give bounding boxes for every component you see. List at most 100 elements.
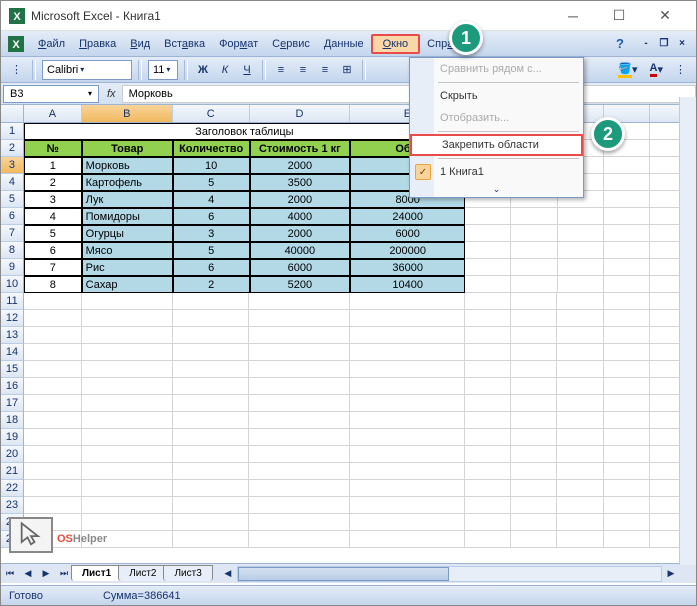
- row-header[interactable]: 23: [1, 497, 24, 514]
- cell[interactable]: [604, 463, 650, 480]
- doc-restore-button[interactable]: ❐: [656, 37, 672, 51]
- menu-edit[interactable]: Правка: [72, 34, 123, 54]
- cell[interactable]: [604, 446, 650, 463]
- cell[interactable]: [511, 208, 557, 225]
- row-header[interactable]: 5: [1, 191, 24, 208]
- cell[interactable]: Лук: [82, 191, 173, 208]
- cell[interactable]: 2000: [250, 191, 351, 208]
- row-header[interactable]: 18: [1, 412, 24, 429]
- tab-nav-first[interactable]: ⏮: [1, 565, 19, 583]
- menu-workbook-1[interactable]: ✓ 1 Книга1: [410, 161, 583, 183]
- cell[interactable]: [350, 480, 465, 497]
- cell[interactable]: [557, 463, 603, 480]
- cell[interactable]: [465, 293, 511, 310]
- cell[interactable]: [82, 446, 173, 463]
- cell[interactable]: [511, 276, 557, 293]
- name-box[interactable]: B3▾: [3, 85, 99, 103]
- row-header[interactable]: 21: [1, 463, 24, 480]
- cell[interactable]: [558, 242, 604, 259]
- cell[interactable]: [350, 378, 465, 395]
- sheet-tab-1[interactable]: Лист1: [71, 565, 122, 581]
- cell[interactable]: [511, 378, 557, 395]
- row-header[interactable]: 8: [1, 242, 24, 259]
- cell[interactable]: 2000: [250, 157, 351, 174]
- row-header[interactable]: 1: [1, 123, 24, 140]
- cell[interactable]: [465, 531, 511, 548]
- cell[interactable]: [465, 276, 511, 293]
- cell[interactable]: Морковь: [82, 157, 173, 174]
- cell[interactable]: [24, 446, 82, 463]
- cell[interactable]: [604, 208, 650, 225]
- row-header[interactable]: 14: [1, 344, 24, 361]
- cell[interactable]: [558, 208, 604, 225]
- cell[interactable]: [173, 310, 250, 327]
- minimize-button[interactable]: ─: [550, 2, 596, 30]
- cell[interactable]: [24, 395, 82, 412]
- cell[interactable]: [82, 463, 173, 480]
- cell[interactable]: [557, 446, 603, 463]
- row-header[interactable]: 16: [1, 378, 24, 395]
- cell[interactable]: [558, 276, 604, 293]
- cell[interactable]: [350, 497, 465, 514]
- cell[interactable]: 4: [173, 191, 250, 208]
- cell[interactable]: 2: [173, 276, 250, 293]
- cell[interactable]: Картофель: [82, 174, 173, 191]
- row-header[interactable]: 4: [1, 174, 24, 191]
- font-size-selector[interactable]: 11▾: [148, 60, 178, 80]
- cell[interactable]: 40000: [250, 242, 351, 259]
- menu-insert[interactable]: Вставка: [157, 34, 212, 54]
- cell[interactable]: [173, 344, 250, 361]
- column-header-c[interactable]: C: [173, 105, 250, 122]
- cell[interactable]: Стоимость 1 кг: [250, 140, 351, 157]
- select-all-corner[interactable]: [1, 105, 24, 122]
- cell[interactable]: [557, 429, 603, 446]
- cell[interactable]: [173, 412, 250, 429]
- doc-minimize-button[interactable]: -: [638, 37, 654, 51]
- cell[interactable]: [465, 480, 511, 497]
- cell[interactable]: [173, 446, 250, 463]
- cell[interactable]: [604, 242, 650, 259]
- cell[interactable]: [604, 174, 650, 191]
- cell[interactable]: [604, 225, 650, 242]
- cell[interactable]: [465, 327, 511, 344]
- cell[interactable]: [511, 463, 557, 480]
- cell[interactable]: [604, 361, 650, 378]
- cell[interactable]: 10: [173, 157, 250, 174]
- cell[interactable]: [604, 378, 650, 395]
- cell[interactable]: [24, 412, 82, 429]
- cell[interactable]: [557, 344, 603, 361]
- cell[interactable]: [249, 531, 350, 548]
- cell[interactable]: [350, 327, 465, 344]
- column-header-a[interactable]: A: [24, 105, 82, 122]
- menu-show[interactable]: Отобразить...: [410, 107, 583, 129]
- row-header[interactable]: 7: [1, 225, 24, 242]
- cell[interactable]: 6: [24, 242, 82, 259]
- fx-button[interactable]: fx: [101, 88, 122, 100]
- cell[interactable]: [604, 157, 650, 174]
- menu-data[interactable]: Данные: [317, 34, 371, 54]
- cell[interactable]: [249, 395, 350, 412]
- cell[interactable]: [249, 480, 350, 497]
- cell[interactable]: 2: [24, 174, 82, 191]
- cell[interactable]: [558, 259, 604, 276]
- cell[interactable]: [511, 514, 557, 531]
- cell[interactable]: [24, 497, 82, 514]
- row-header[interactable]: 11: [1, 293, 24, 310]
- cell[interactable]: [511, 446, 557, 463]
- cell[interactable]: [604, 293, 650, 310]
- cell[interactable]: [511, 293, 557, 310]
- cell[interactable]: [557, 531, 603, 548]
- cell[interactable]: [82, 429, 173, 446]
- menu-window[interactable]: Окно: [371, 34, 421, 54]
- cell[interactable]: 24000: [350, 208, 465, 225]
- cell[interactable]: [82, 412, 173, 429]
- cell[interactable]: №: [24, 140, 82, 157]
- cell[interactable]: Сахар: [82, 276, 173, 293]
- cell[interactable]: [350, 361, 465, 378]
- cell[interactable]: Огурцы: [82, 225, 173, 242]
- cell[interactable]: [511, 395, 557, 412]
- row-header[interactable]: 17: [1, 395, 24, 412]
- cell[interactable]: [82, 361, 173, 378]
- row-header[interactable]: 20: [1, 446, 24, 463]
- cell[interactable]: 200000: [350, 242, 465, 259]
